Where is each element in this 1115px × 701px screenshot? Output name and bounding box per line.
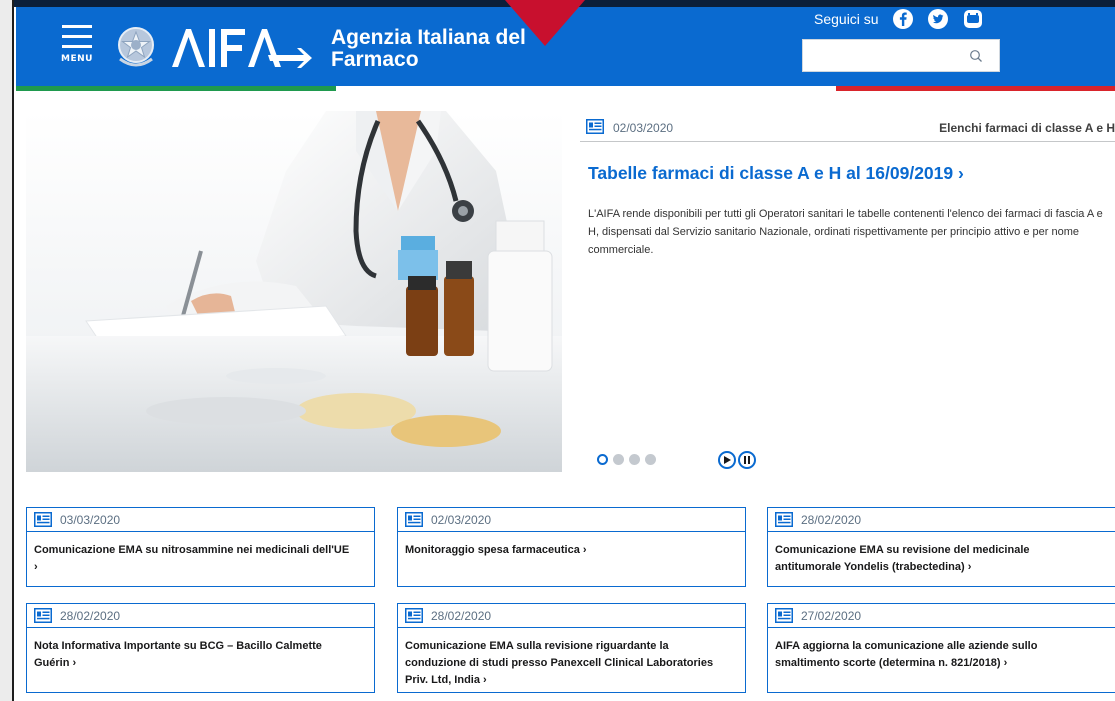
chevron-right-icon: › (582, 544, 587, 556)
card-title-link[interactable]: AIFA aggiorna la comunicazione alle azie… (768, 628, 1068, 678)
card-title-text: Comunicazione EMA su nitrosammine nei me… (34, 544, 350, 556)
card-title-text: Comunicazione EMA su revisione del medic… (775, 544, 1030, 573)
play-button[interactable] (718, 451, 736, 469)
chevron-right-icon: › (1003, 657, 1008, 669)
follow-label: Seguici su (814, 11, 879, 27)
card-header: 27/02/2020 (768, 604, 1115, 628)
news-card[interactable]: 28/02/2020 Comunicazione EMA sulla revis… (397, 603, 746, 693)
pause-icon (744, 456, 750, 464)
carousel-dots (597, 454, 656, 465)
card-date: 28/02/2020 (431, 609, 492, 623)
facebook-icon[interactable] (892, 8, 914, 30)
card-header: 28/02/2020 (768, 508, 1115, 532)
hero-image[interactable] (26, 111, 562, 472)
carousel-dot[interactable] (629, 454, 640, 465)
news-card[interactable]: 28/02/2020 Nota Informativa Importante s… (26, 603, 375, 693)
news-icon (586, 119, 604, 134)
menu-button[interactable]: MENU (58, 23, 96, 69)
news-icon (405, 512, 423, 527)
page-left-edge (0, 0, 14, 701)
hero-title-link[interactable]: Tabelle farmaci di classe A e H al 16/09… (588, 163, 964, 184)
card-title-text: Comunicazione EMA sulla revisione riguar… (405, 640, 714, 686)
social-follow: Seguici su (814, 8, 984, 30)
news-icon (775, 608, 793, 623)
hamburger-bar (62, 35, 92, 38)
card-date: 28/02/2020 (801, 513, 862, 527)
card-header: 28/02/2020 (27, 604, 374, 628)
twitter-icon[interactable] (927, 8, 949, 30)
hero-article: 02/03/2020 Elenchi farmaci di classe A e… (580, 111, 1115, 491)
chevron-right-icon: › (72, 657, 77, 669)
search-field[interactable] (802, 39, 1000, 72)
news-icon (405, 608, 423, 623)
news-icon (34, 608, 52, 623)
youtube-icon[interactable] (962, 8, 984, 30)
carousel-dot[interactable] (613, 454, 624, 465)
card-header: 28/02/2020 (398, 604, 745, 628)
carousel-controls (718, 451, 756, 469)
news-card[interactable]: 27/02/2020 AIFA aggiorna la comunicazion… (767, 603, 1115, 693)
chevron-right-icon: › (483, 674, 487, 686)
card-title-link[interactable]: Monitoraggio spesa farmaceutica › (398, 532, 745, 565)
card-title-text: Monitoraggio spesa farmaceutica (405, 544, 580, 556)
card-header: 02/03/2020 (398, 508, 745, 532)
chevron-right-icon: › (34, 561, 38, 573)
aifa-logo-icon[interactable] (170, 23, 318, 71)
news-card[interactable]: 28/02/2020 Comunicazione EMA su revision… (767, 507, 1115, 587)
tricolor-stripe (16, 86, 1115, 91)
hero-date: 02/03/2020 (613, 121, 674, 135)
chevron-right-icon: › (967, 561, 972, 573)
card-title-link[interactable]: Nota Informativa Importante su BCG – Bac… (27, 628, 347, 678)
card-title-link[interactable]: Comunicazione EMA sulla revisione riguar… (398, 628, 728, 695)
agency-name-line2: Farmaco (331, 48, 419, 71)
hero-category-link[interactable]: Elenchi farmaci di classe A e H (939, 121, 1115, 135)
carousel-dot[interactable] (645, 454, 656, 465)
republic-emblem-icon[interactable] (114, 23, 158, 71)
search-icon[interactable] (969, 49, 983, 63)
hero-title-text: Tabelle farmaci di classe A e H al 16/09… (588, 163, 954, 183)
card-title-text: AIFA aggiorna la comunicazione alle azie… (775, 640, 1038, 669)
search-input[interactable] (803, 40, 963, 71)
card-title-link[interactable]: Comunicazione EMA su nitrosammine nei me… (27, 532, 374, 582)
chevron-right-icon: › (958, 163, 964, 183)
card-header: 03/03/2020 (27, 508, 374, 532)
pause-button[interactable] (738, 451, 756, 469)
card-date: 27/02/2020 (801, 609, 862, 623)
carousel-dot[interactable] (597, 454, 608, 465)
hamburger-bar (62, 45, 92, 48)
hamburger-icon (62, 25, 92, 28)
card-title-text: Nota Informativa Importante su BCG – Bac… (34, 640, 322, 669)
card-title-link[interactable]: Comunicazione EMA su revisione del medic… (768, 532, 1058, 582)
news-icon (775, 512, 793, 527)
news-icon (34, 512, 52, 527)
news-card[interactable]: 02/03/2020 Monitoraggio spesa farmaceuti… (397, 507, 746, 587)
doctor-photo-illustration (26, 111, 562, 472)
menu-label: MENU (61, 54, 93, 64)
play-icon (724, 456, 731, 464)
card-date: 03/03/2020 (60, 513, 121, 527)
news-card[interactable]: 03/03/2020 Comunicazione EMA su nitrosam… (26, 507, 375, 587)
hero-meta: 02/03/2020 Elenchi farmaci di classe A e… (580, 116, 1115, 142)
card-date: 02/03/2020 (431, 513, 492, 527)
pointer-marker-icon (505, 0, 585, 46)
hero-description: L'AIFA rende disponibili per tutti gli O… (588, 208, 1103, 256)
card-date: 28/02/2020 (60, 609, 121, 623)
